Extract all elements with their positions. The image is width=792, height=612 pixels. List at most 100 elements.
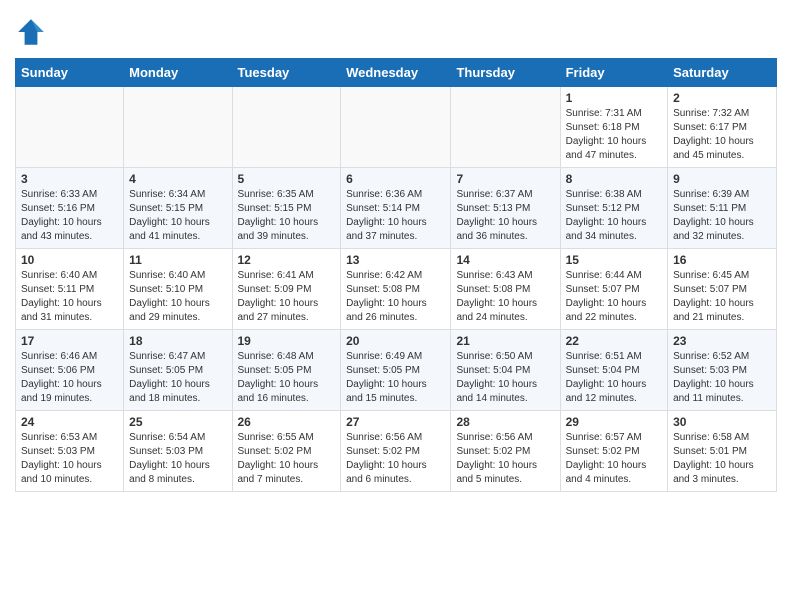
day-info: Sunrise: 6:36 AM Sunset: 5:14 PM Dayligh… [346, 188, 445, 244]
day-info: Sunrise: 6:37 AM Sunset: 5:13 PM Dayligh… [456, 188, 554, 244]
logo [15, 16, 53, 48]
day-number: 20 [346, 334, 445, 348]
day-number: 19 [238, 334, 336, 348]
day-info: Sunrise: 6:35 AM Sunset: 5:15 PM Dayligh… [238, 188, 336, 244]
day-number: 25 [129, 415, 226, 429]
weekday-header-wednesday: Wednesday [341, 59, 451, 87]
calendar-cell: 12 Sunrise: 6:41 AM Sunset: 5:09 PM Dayli… [232, 249, 341, 330]
day-number: 3 [21, 172, 118, 186]
page-container: SundayMondayTuesdayWednesdayThursdayFrid… [0, 0, 792, 507]
day-number: 9 [673, 172, 771, 186]
calendar-cell: 11 Sunrise: 6:40 AM Sunset: 5:10 PM Dayli… [124, 249, 232, 330]
day-info: Sunrise: 7:31 AM Sunset: 6:18 PM Dayligh… [566, 107, 662, 163]
calendar-cell: 1 Sunrise: 7:31 AM Sunset: 6:18 PM Daylig… [560, 87, 667, 168]
calendar-cell: 29 Sunrise: 6:57 AM Sunset: 5:02 PM Dayli… [560, 411, 667, 492]
calendar-cell [16, 87, 124, 168]
calendar-cell [232, 87, 341, 168]
weekday-header-sunday: Sunday [16, 59, 124, 87]
weekday-header-thursday: Thursday [451, 59, 560, 87]
day-info: Sunrise: 6:34 AM Sunset: 5:15 PM Dayligh… [129, 188, 226, 244]
calendar-cell: 25 Sunrise: 6:54 AM Sunset: 5:03 PM Dayli… [124, 411, 232, 492]
calendar-cell: 24 Sunrise: 6:53 AM Sunset: 5:03 PM Dayli… [16, 411, 124, 492]
day-number: 27 [346, 415, 445, 429]
weekday-header-monday: Monday [124, 59, 232, 87]
day-info: Sunrise: 6:40 AM Sunset: 5:10 PM Dayligh… [129, 269, 226, 325]
day-info: Sunrise: 6:45 AM Sunset: 5:07 PM Dayligh… [673, 269, 771, 325]
calendar-week-1: 1 Sunrise: 7:31 AM Sunset: 6:18 PM Daylig… [16, 87, 777, 168]
day-number: 15 [566, 253, 662, 267]
day-info: Sunrise: 6:56 AM Sunset: 5:02 PM Dayligh… [456, 431, 554, 487]
calendar-cell: 22Sunrise: 6:51 AM Sunset: 5:04 PM Dayli… [560, 330, 667, 411]
calendar-table: SundayMondayTuesdayWednesdayThursdayFrid… [15, 58, 777, 492]
day-number: 29 [566, 415, 662, 429]
calendar-cell: 14Sunrise: 6:43 AM Sunset: 5:08 PM Dayli… [451, 249, 560, 330]
day-info: Sunrise: 6:53 AM Sunset: 5:03 PM Dayligh… [21, 431, 118, 487]
day-number: 16 [673, 253, 771, 267]
day-info: Sunrise: 6:50 AM Sunset: 5:04 PM Dayligh… [456, 350, 554, 406]
day-number: 30 [673, 415, 771, 429]
calendar-cell: 15 Sunrise: 6:44 AM Sunset: 5:07 PM Dayli… [560, 249, 667, 330]
day-number: 18 [129, 334, 226, 348]
calendar-cell [341, 87, 451, 168]
day-info: Sunrise: 6:52 AM Sunset: 5:03 PM Dayligh… [673, 350, 771, 406]
day-number: 7 [456, 172, 554, 186]
day-info: Sunrise: 6:49 AM Sunset: 5:05 PM Dayligh… [346, 350, 445, 406]
calendar-cell: 2 Sunrise: 7:32 AM Sunset: 6:17 PM Daylig… [668, 87, 777, 168]
calendar-cell: 4 Sunrise: 6:34 AM Sunset: 5:15 PM Daylig… [124, 168, 232, 249]
day-info: Sunrise: 6:40 AM Sunset: 5:11 PM Dayligh… [21, 269, 118, 325]
day-info: Sunrise: 6:55 AM Sunset: 5:02 PM Dayligh… [238, 431, 336, 487]
page-header [15, 10, 777, 48]
day-info: Sunrise: 6:33 AM Sunset: 5:16 PM Dayligh… [21, 188, 118, 244]
weekday-header-saturday: Saturday [668, 59, 777, 87]
calendar-cell: 19 Sunrise: 6:48 AM Sunset: 5:05 PM Dayli… [232, 330, 341, 411]
calendar-cell: 20 Sunrise: 6:49 AM Sunset: 5:05 PM Dayli… [341, 330, 451, 411]
day-info: Sunrise: 6:47 AM Sunset: 5:05 PM Dayligh… [129, 350, 226, 406]
day-info: Sunrise: 6:39 AM Sunset: 5:11 PM Dayligh… [673, 188, 771, 244]
calendar-cell: 6 Sunrise: 6:36 AM Sunset: 5:14 PM Daylig… [341, 168, 451, 249]
calendar-cell: 18 Sunrise: 6:47 AM Sunset: 5:05 PM Dayli… [124, 330, 232, 411]
calendar-cell: 8Sunrise: 6:38 AM Sunset: 5:12 PM Daylig… [560, 168, 667, 249]
calendar-cell: 27Sunrise: 6:56 AM Sunset: 5:02 PM Dayli… [341, 411, 451, 492]
calendar-cell: 9 Sunrise: 6:39 AM Sunset: 5:11 PM Daylig… [668, 168, 777, 249]
day-number: 10 [21, 253, 118, 267]
day-number: 11 [129, 253, 226, 267]
day-number: 2 [673, 91, 771, 105]
calendar-cell: 7 Sunrise: 6:37 AM Sunset: 5:13 PM Daylig… [451, 168, 560, 249]
day-number: 4 [129, 172, 226, 186]
calendar-cell: 17 Sunrise: 6:46 AM Sunset: 5:06 PM Dayli… [16, 330, 124, 411]
day-number: 8 [566, 172, 662, 186]
calendar-week-3: 10 Sunrise: 6:40 AM Sunset: 5:11 PM Dayli… [16, 249, 777, 330]
day-number: 28 [456, 415, 554, 429]
calendar-week-2: 3 Sunrise: 6:33 AM Sunset: 5:16 PM Daylig… [16, 168, 777, 249]
day-number: 5 [238, 172, 336, 186]
day-number: 26 [238, 415, 336, 429]
day-number: 17 [21, 334, 118, 348]
calendar-cell: 10 Sunrise: 6:40 AM Sunset: 5:11 PM Dayli… [16, 249, 124, 330]
day-number: 22 [566, 334, 662, 348]
day-info: Sunrise: 6:57 AM Sunset: 5:02 PM Dayligh… [566, 431, 662, 487]
calendar-cell [451, 87, 560, 168]
day-info: Sunrise: 7:32 AM Sunset: 6:17 PM Dayligh… [673, 107, 771, 163]
calendar-cell: 16 Sunrise: 6:45 AM Sunset: 5:07 PM Dayli… [668, 249, 777, 330]
day-info: Sunrise: 6:46 AM Sunset: 5:06 PM Dayligh… [21, 350, 118, 406]
day-info: Sunrise: 6:41 AM Sunset: 5:09 PM Dayligh… [238, 269, 336, 325]
calendar-cell: 13Sunrise: 6:42 AM Sunset: 5:08 PM Dayli… [341, 249, 451, 330]
calendar-cell: 21Sunrise: 6:50 AM Sunset: 5:04 PM Dayli… [451, 330, 560, 411]
calendar-header-row: SundayMondayTuesdayWednesdayThursdayFrid… [16, 59, 777, 87]
day-number: 12 [238, 253, 336, 267]
calendar-cell: 26 Sunrise: 6:55 AM Sunset: 5:02 PM Dayli… [232, 411, 341, 492]
day-number: 23 [673, 334, 771, 348]
day-info: Sunrise: 6:43 AM Sunset: 5:08 PM Dayligh… [456, 269, 554, 325]
day-info: Sunrise: 6:42 AM Sunset: 5:08 PM Dayligh… [346, 269, 445, 325]
day-info: Sunrise: 6:48 AM Sunset: 5:05 PM Dayligh… [238, 350, 336, 406]
day-number: 24 [21, 415, 118, 429]
calendar-cell: 30Sunrise: 6:58 AM Sunset: 5:01 PM Dayli… [668, 411, 777, 492]
day-number: 6 [346, 172, 445, 186]
calendar-cell: 5 Sunrise: 6:35 AM Sunset: 5:15 PM Daylig… [232, 168, 341, 249]
calendar-week-4: 17 Sunrise: 6:46 AM Sunset: 5:06 PM Dayli… [16, 330, 777, 411]
day-number: 1 [566, 91, 662, 105]
day-info: Sunrise: 6:44 AM Sunset: 5:07 PM Dayligh… [566, 269, 662, 325]
calendar-cell: 23 Sunrise: 6:52 AM Sunset: 5:03 PM Dayli… [668, 330, 777, 411]
day-info: Sunrise: 6:54 AM Sunset: 5:03 PM Dayligh… [129, 431, 226, 487]
calendar-cell [124, 87, 232, 168]
